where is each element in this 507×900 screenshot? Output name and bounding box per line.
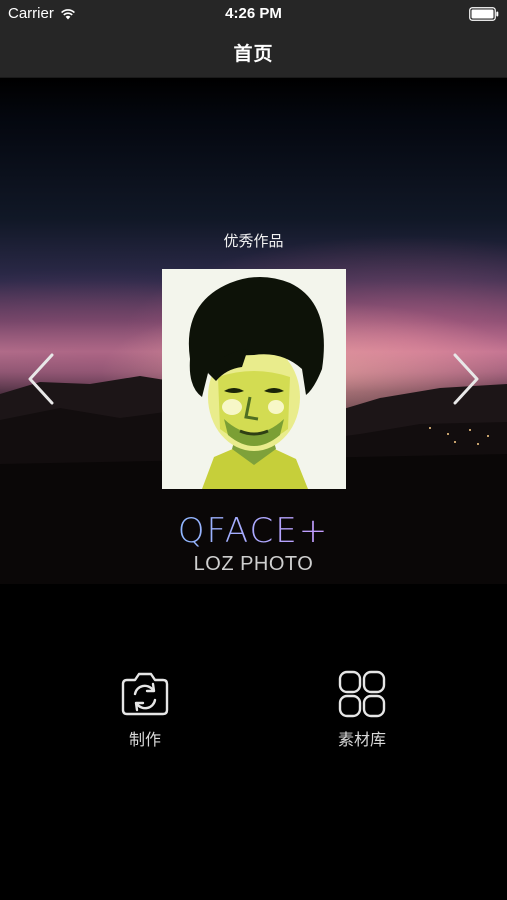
library-label: 素材库 — [337, 730, 386, 749]
grid-icon — [338, 670, 386, 718]
make-label: 制作 — [128, 730, 161, 749]
battery-icon — [469, 7, 499, 21]
featured-photo[interactable] — [162, 269, 346, 489]
camera-refresh-icon — [121, 672, 169, 716]
hero-banner: 优秀作品 QFACE+ LOZ PHOTO — [0, 79, 507, 584]
nav-bar: 首页 — [0, 28, 507, 78]
status-bar: Carrier 4:26 PM — [0, 0, 507, 28]
portrait-image — [162, 269, 346, 489]
page-title: 首页 — [233, 43, 274, 65]
status-time: 4:26 PM — [225, 5, 282, 22]
library-button[interactable]: 素材库 — [292, 670, 432, 760]
app-logo: QFACE+ — [0, 511, 507, 551]
make-button[interactable]: 制作 — [75, 670, 215, 760]
chevron-right-icon[interactable] — [451, 351, 483, 407]
app-logo-subtitle: LOZ PHOTO — [193, 553, 314, 575]
chevron-left-icon[interactable] — [24, 351, 56, 407]
featured-works-label: 优秀作品 — [223, 232, 284, 250]
